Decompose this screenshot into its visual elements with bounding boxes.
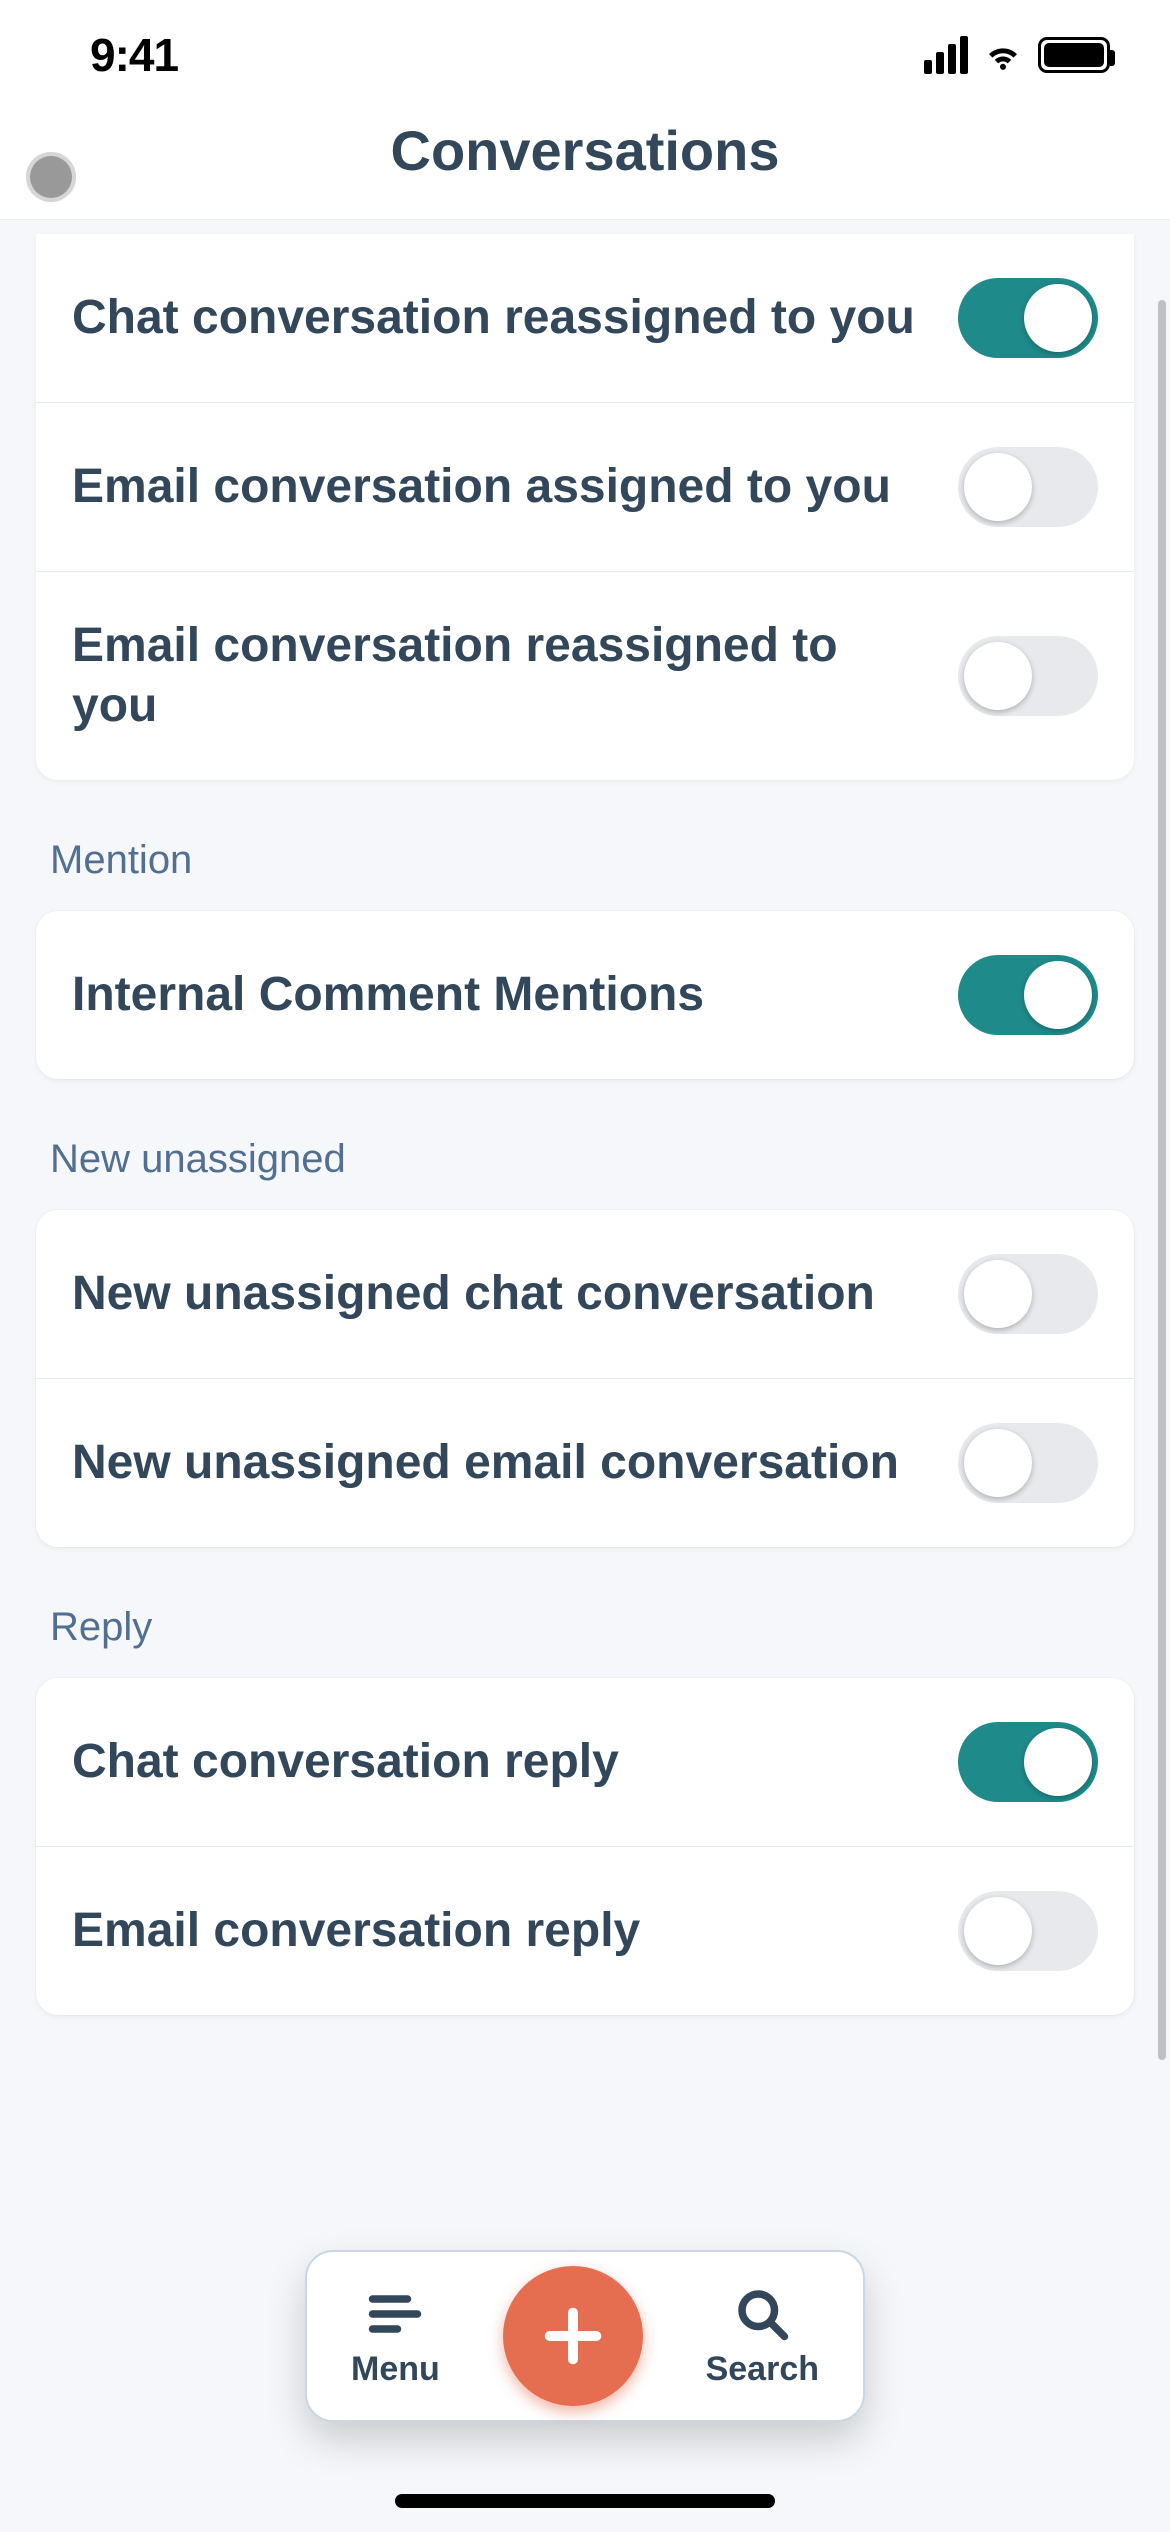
cellular-icon [924,36,968,74]
setting-label: New unassigned email conversation [72,1433,934,1493]
add-button[interactable] [503,2266,643,2406]
status-time: 9:41 [90,28,178,82]
section-header-unassigned: New unassigned [36,1079,1134,1210]
setting-row: Email conversation assigned to you [36,402,1134,571]
page-title: Conversations [0,118,1170,183]
setting-label: Email conversation reply [72,1901,934,1961]
toggle-email-reassigned[interactable] [958,636,1098,716]
settings-card-unassigned: New unassigned chat conversation New una… [36,1210,1134,1547]
menu-icon [365,2284,425,2344]
toggle-unassigned-chat[interactable] [958,1254,1098,1334]
setting-label: Email conversation assigned to you [72,457,934,517]
setting-row: Internal Comment Mentions [36,911,1134,1079]
search-label: Search [706,2350,819,2389]
setting-label: New unassigned chat conversation [72,1264,934,1324]
setting-row: New unassigned chat conversation [36,1210,1134,1378]
toggle-unassigned-email[interactable] [958,1423,1098,1503]
scrollbar[interactable] [1158,300,1166,2060]
bottom-nav: Menu Search [305,2250,865,2422]
toggle-internal-mentions[interactable] [958,955,1098,1035]
setting-label: Chat conversation reassigned to you [72,288,934,348]
settings-content: Chat conversation reassigned to you Emai… [0,234,1170,2335]
toggle-email-reply[interactable] [958,1891,1098,1971]
settings-card-mention: Internal Comment Mentions [36,911,1134,1079]
home-indicator[interactable] [395,2494,775,2508]
avatar[interactable] [26,152,76,202]
setting-row: New unassigned email conversation [36,1378,1134,1547]
setting-row: Email conversation reply [36,1846,1134,2015]
plus-icon [538,2301,608,2371]
settings-card-assigned: Chat conversation reassigned to you Emai… [36,234,1134,780]
menu-label: Menu [351,2350,440,2389]
section-header-mention: Mention [36,780,1134,911]
setting-label: Chat conversation reply [72,1732,934,1792]
setting-row: Chat conversation reply [36,1678,1134,1846]
battery-icon [1038,37,1110,73]
setting-label: Email conversation reassigned to you [72,616,934,736]
toggle-chat-reassigned[interactable] [958,278,1098,358]
setting-label: Internal Comment Mentions [72,965,934,1025]
nav-header: Conversations [0,110,1170,220]
setting-row: Email conversation reassigned to you [36,571,1134,780]
menu-button[interactable]: Menu [351,2284,440,2389]
setting-row: Chat conversation reassigned to you [36,234,1134,402]
status-icons [924,34,1110,76]
section-header-reply: Reply [36,1547,1134,1678]
status-bar: 9:41 [0,0,1170,110]
settings-card-reply: Chat conversation reply Email conversati… [36,1678,1134,2015]
toggle-email-assigned[interactable] [958,447,1098,527]
wifi-icon [982,34,1024,76]
search-icon [732,2284,792,2344]
toggle-chat-reply[interactable] [958,1722,1098,1802]
search-button[interactable]: Search [706,2284,819,2389]
